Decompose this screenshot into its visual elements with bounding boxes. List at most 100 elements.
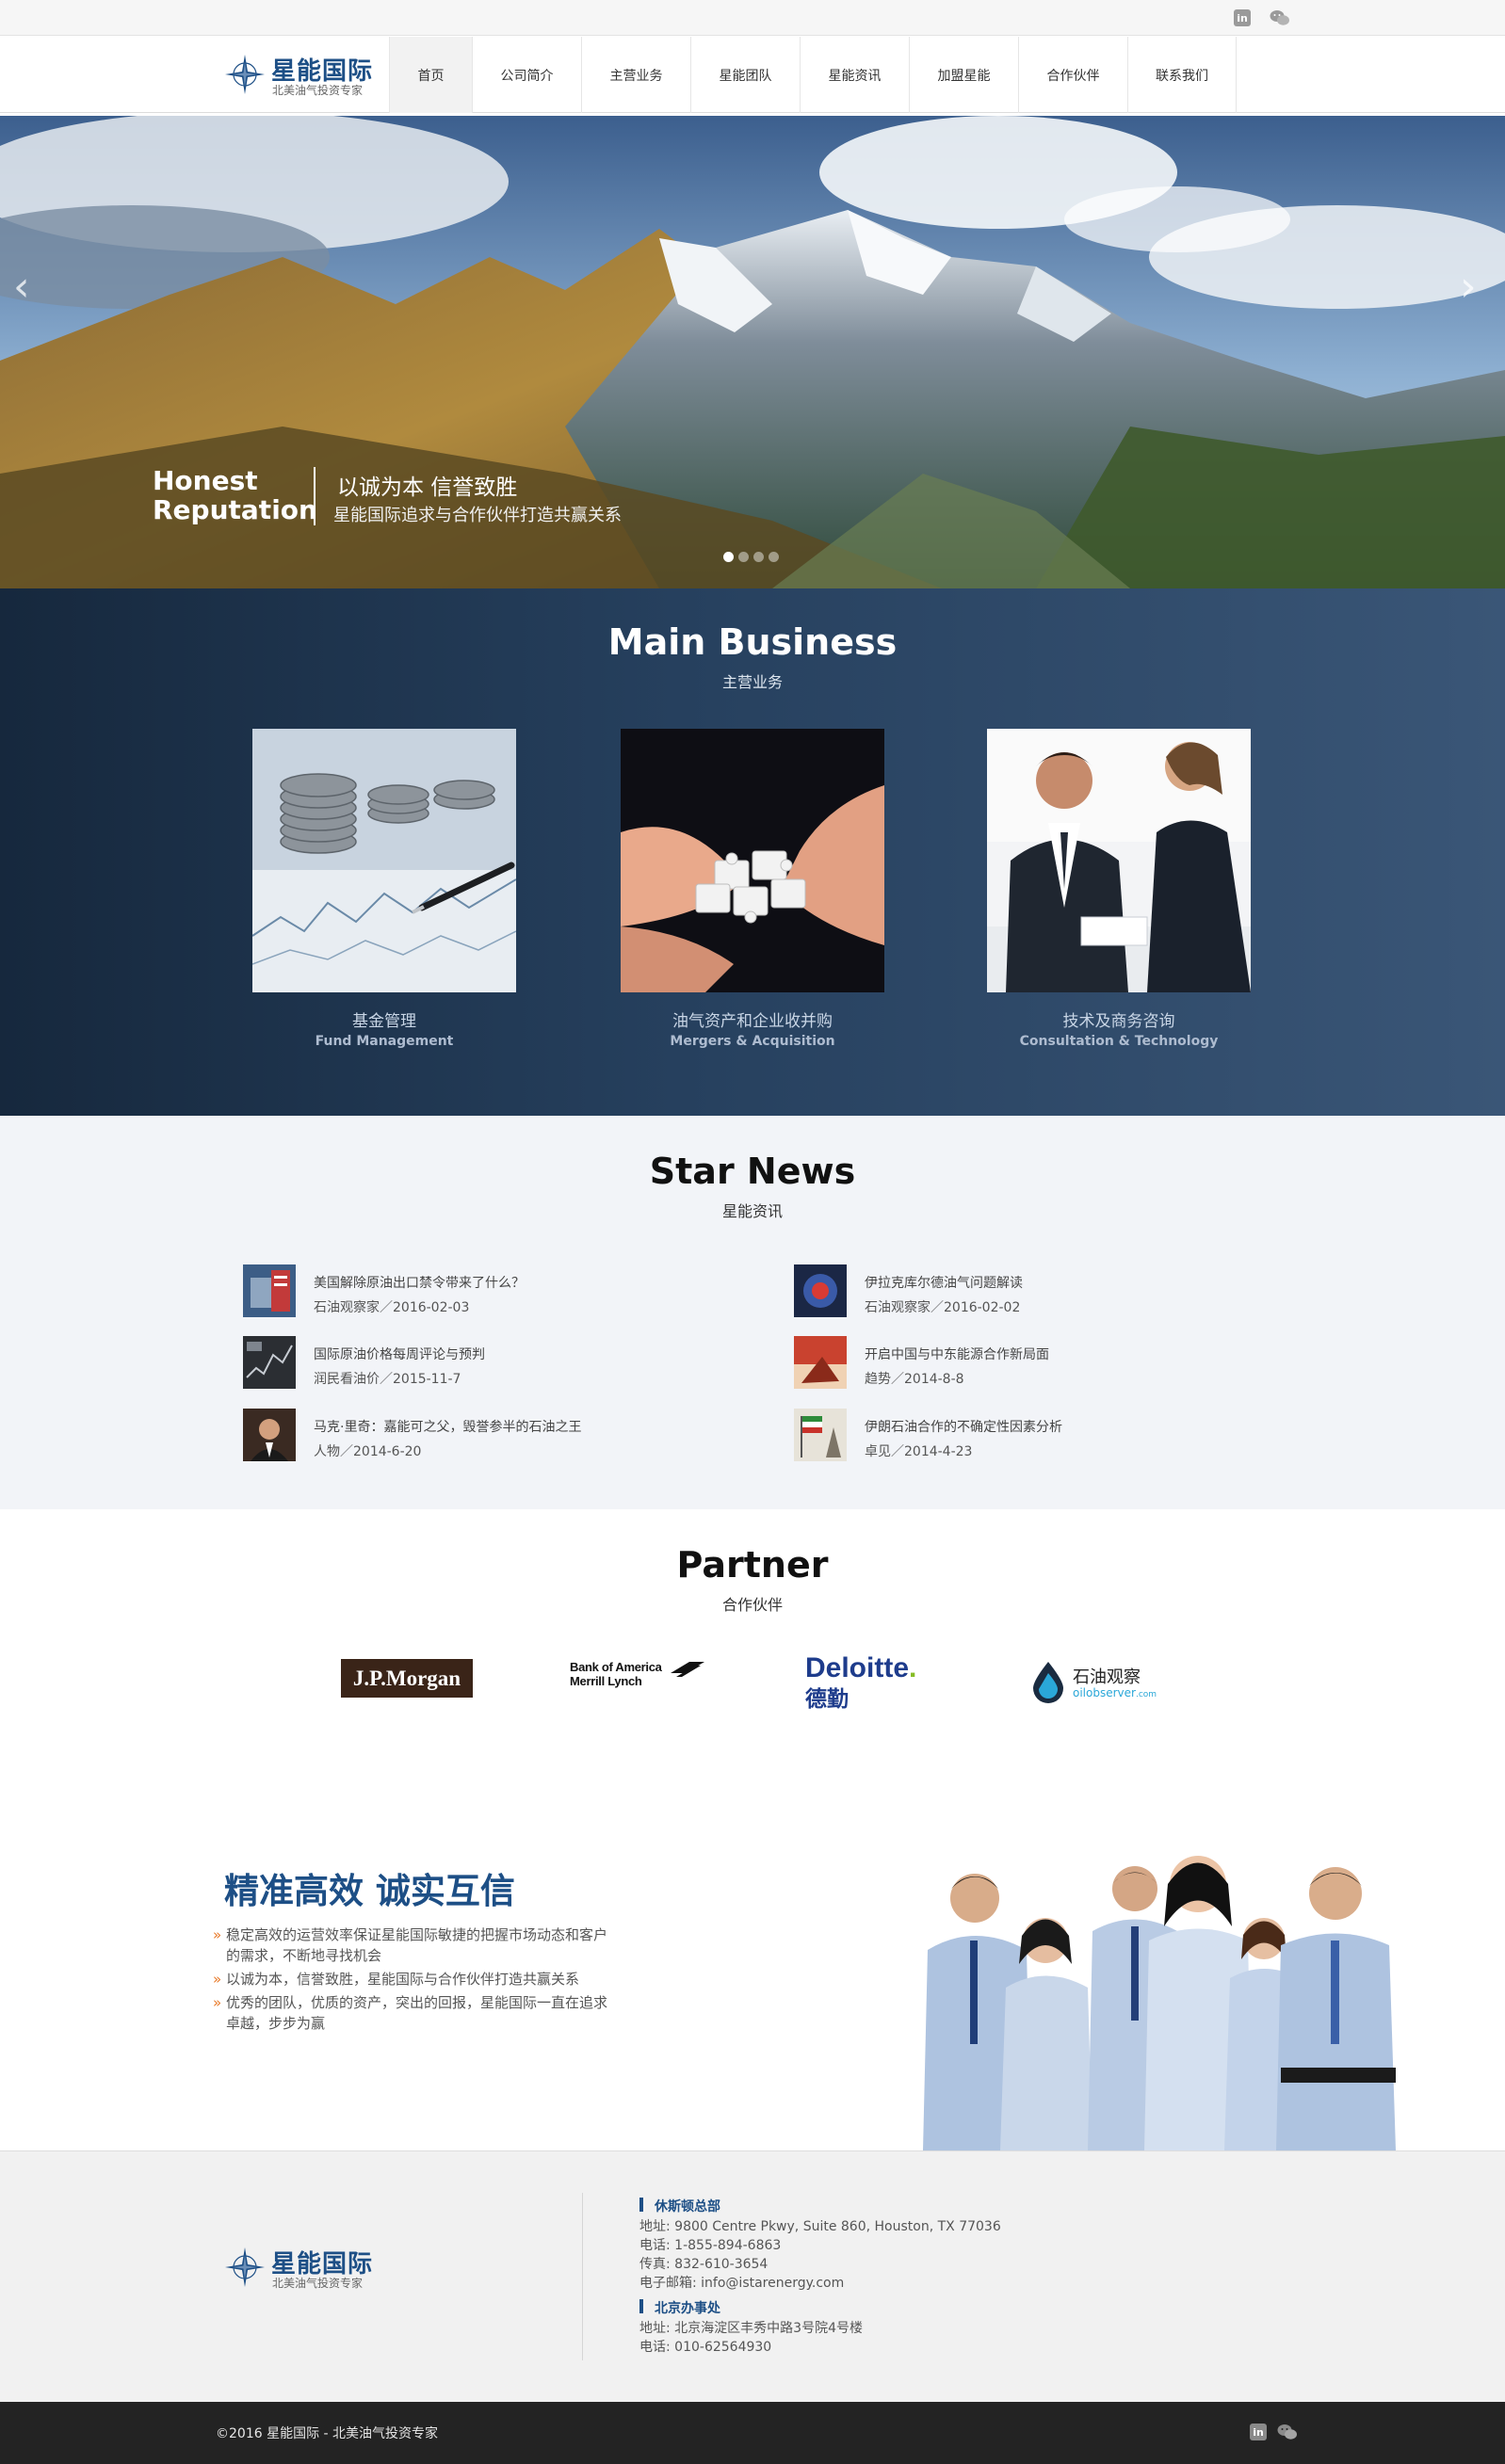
- news-item-6-meta: 卓见／2014-4-23: [865, 1444, 973, 1459]
- beijing-address: 地址: 北京海淀区丰秀中路3号院4号楼: [639, 2321, 863, 2336]
- houston-address: 地址: 9800 Centre Pkwy, Suite 860, Houston…: [639, 2219, 1001, 2234]
- footer-wechat-icon[interactable]: [1277, 2423, 1298, 2441]
- nav-item-about[interactable]: 公司简介: [472, 37, 581, 113]
- news-item-4-meta: 趋势／2014-8-8: [865, 1372, 964, 1387]
- houston-heading-bar: [639, 2198, 643, 2212]
- boa-flag-icon: [671, 1662, 704, 1677]
- copyright-bar: ©2016 星能国际 - 北美油气投资专家 in: [0, 2402, 1505, 2464]
- deloitte-dot: .: [909, 1652, 917, 1683]
- hero-cn-subtitle: 星能国际追求与合作伙伴打造共赢关系: [333, 506, 622, 525]
- hero-dot-4[interactable]: [769, 552, 779, 562]
- beijing-phone: 电话: 010-62564930: [639, 2340, 772, 2355]
- hero-prev-arrow[interactable]: ‹: [13, 263, 30, 311]
- news-item-1-meta: 石油观察家／2016-02-03: [314, 1300, 470, 1315]
- business-card-1-en: Fund Management: [315, 1034, 454, 1049]
- houston-heading: 休斯顿总部: [655, 2199, 720, 2214]
- news-thumb-5[interactable]: [243, 1409, 296, 1461]
- business-card-1-cn: 基金管理: [352, 1012, 416, 1031]
- news-thumb-3[interactable]: [243, 1336, 296, 1389]
- site-header: 星能国际 北美油气投资专家 首页 公司简介 主营业务 星能团队 星能资讯 加盟星…: [0, 37, 1505, 113]
- main-business-section: Main Business 主营业务 基金管理 Fund Management: [0, 588, 1505, 1116]
- slogan-bullet-2: » 以诚为本，信誉致胜，星能国际与合作伙伴打造共赢关系: [213, 1971, 580, 1988]
- houston-email[interactable]: 电子邮箱: info@istarenergy.com: [639, 2273, 844, 2292]
- news-item-5-meta: 人物／2014-6-20: [314, 1444, 422, 1459]
- houston-fax: 传真: 832-610-3654: [639, 2257, 769, 2272]
- footer-divider: [582, 2193, 583, 2360]
- bullet-arrow-icon: »: [213, 1994, 222, 2011]
- oil-en-word: oilobserver: [1073, 1686, 1136, 1699]
- business-card-3-en: Consultation & Technology: [1019, 1034, 1219, 1049]
- nav-item-team[interactable]: 星能团队: [690, 37, 800, 113]
- news-item-3-meta: 润民看油价／2015-11-7: [314, 1372, 461, 1387]
- news-item-2-meta: 石油观察家／2016-02-02: [865, 1300, 1021, 1315]
- nav-item-join[interactable]: 加盟星能: [909, 37, 1018, 113]
- hero-dot-2[interactable]: [738, 552, 749, 562]
- bullet-arrow-icon: »: [213, 1971, 222, 1988]
- business-card-2-en: Mergers & Acquisition: [670, 1034, 835, 1049]
- partner-subtitle: 合作伙伴: [721, 1596, 783, 1614]
- hero-en-line1: Honest: [153, 465, 258, 496]
- nav-item-home[interactable]: 首页: [389, 37, 472, 113]
- footer-brand-subtitle: 北美油气投资专家: [272, 2277, 364, 2290]
- news-subtitle: 星能资讯: [721, 1202, 783, 1220]
- news-thumb-4[interactable]: [794, 1336, 847, 1389]
- news-item-1-title[interactable]: 美国解除原油出口禁令带来了什么？: [314, 1273, 525, 1292]
- news-item-5-title[interactable]: 马克·里奇：嘉能可之父，毁誉参半的石油之王: [314, 1417, 581, 1436]
- business-card-3-cn: 技术及商务咨询: [1062, 1012, 1175, 1031]
- star-news-section: Star News 星能资讯 美国解除原油出口禁令带来了什么？ 石油观察家／20…: [0, 1116, 1505, 1509]
- news-thumb-2[interactable]: [794, 1264, 847, 1317]
- oil-en-name: oilobserver.com: [1073, 1686, 1157, 1699]
- news-item-6-title[interactable]: 伊朗石油合作的不确定性因素分析: [865, 1417, 1062, 1436]
- hero-cn-title: 以诚为本 信誉致胜: [337, 475, 518, 500]
- oil-en-com: .com: [1135, 1690, 1157, 1699]
- beijing-heading: 北京办事处: [655, 2301, 720, 2316]
- houston-phone: 电话: 1-855-894-6863: [639, 2238, 782, 2253]
- slogan-title: 精准高效 诚实互信: [224, 1871, 515, 1911]
- brand-subtitle: 北美油气投资专家: [272, 84, 364, 97]
- hero-en-line2: Reputation: [153, 494, 317, 525]
- hero-slider: ‹ › Honest Reputation 以诚为本 信誉致胜 星能国际追求与合…: [0, 116, 1505, 588]
- bullet-arrow-icon: »: [213, 1926, 222, 1943]
- partner-title: Partner: [676, 1544, 829, 1586]
- beijing-heading-bar: [639, 2299, 643, 2313]
- mergers-acquisition-image[interactable]: [621, 729, 884, 992]
- oil-cn-name: 石油观察: [1073, 1667, 1141, 1687]
- compass-star-icon: [225, 55, 265, 94]
- footer-linkedin-icon[interactable]: in: [1250, 2424, 1267, 2440]
- consultation-technology-image[interactable]: [987, 729, 1251, 992]
- nav-item-news[interactable]: 星能资讯: [800, 37, 909, 113]
- fund-management-image[interactable]: [252, 729, 516, 992]
- news-title: Star News: [649, 1151, 856, 1192]
- deloitte-logo[interactable]: Deloitte. 德勤: [805, 1652, 937, 1713]
- compass-star-icon: [225, 2247, 265, 2287]
- slogan-bullets: » 稳定高效的运营效率保证星能国际敏捷的把握市场动态和客户 的需求，不断地寻找机…: [213, 1924, 655, 2034]
- news-thumb-1[interactable]: [243, 1264, 296, 1317]
- hero-english-tagline: Honest Reputation: [153, 466, 317, 524]
- hero-divider: [314, 467, 316, 525]
- news-thumb-6[interactable]: [794, 1409, 847, 1461]
- nav-item-partners[interactable]: 合作伙伴: [1018, 37, 1127, 113]
- linkedin-icon[interactable]: in: [1234, 9, 1251, 26]
- deloitte-cn: 德勤: [805, 1687, 849, 1712]
- business-title: Main Business: [607, 621, 898, 663]
- oilobserver-logo[interactable]: 石油观察 oilobserver.com: [1029, 1658, 1171, 1707]
- bank-of-america-logo[interactable]: Bank of America Merrill Lynch: [570, 1660, 706, 1698]
- nav-item-contact[interactable]: 联系我们: [1127, 37, 1237, 113]
- news-item-2-title[interactable]: 伊拉克库尔德油气问题解读: [865, 1273, 1023, 1292]
- slogan-bullet-1: » 稳定高效的运营效率保证星能国际敏捷的把握市场动态和客户 的需求，不断地寻找机…: [213, 1926, 608, 1964]
- jpmorgan-logo[interactable]: J.P.Morgan: [341, 1659, 473, 1698]
- business-card-2-cn: 油气资产和企业收并购: [672, 1012, 833, 1031]
- top-utility-bar: in: [0, 0, 1505, 36]
- nav-item-business[interactable]: 主营业务: [581, 37, 690, 113]
- brand-logo[interactable]: 星能国际 北美油气投资专家: [224, 50, 384, 99]
- hero-dot-3[interactable]: [753, 552, 764, 562]
- partner-section: Partner 合作伙伴 J.P.Morgan Bank of America …: [0, 1509, 1505, 2150]
- slogan-bullet-3: » 优秀的团队，优质的资产，突出的回报，星能国际一直在追求 卓越，步步为赢: [213, 1994, 608, 2032]
- footer-brand-logo[interactable]: 星能国际 北美油气投资专家: [224, 2243, 384, 2292]
- wechat-icon[interactable]: [1270, 8, 1290, 27]
- business-team-photo: [923, 1856, 1396, 2150]
- hero-dot-1[interactable]: [723, 552, 734, 562]
- hero-next-arrow[interactable]: ›: [1460, 263, 1477, 311]
- news-item-4-title[interactable]: 开启中国与中东能源合作新局面: [865, 1345, 1049, 1363]
- news-item-3-title[interactable]: 国际原油价格每周评论与预判: [314, 1345, 485, 1363]
